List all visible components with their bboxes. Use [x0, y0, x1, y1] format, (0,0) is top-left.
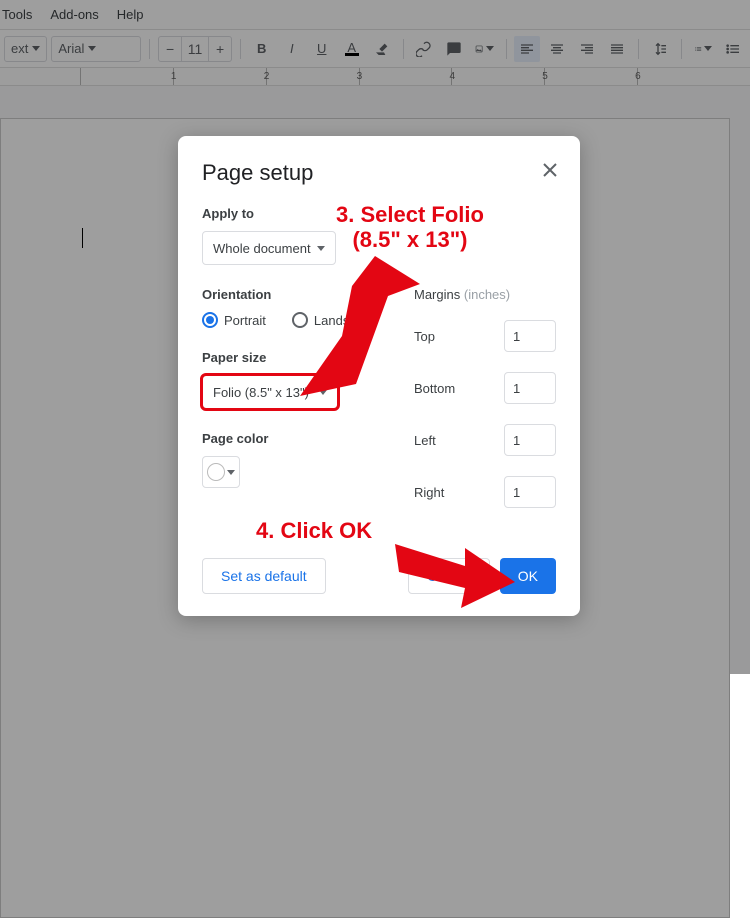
align-center-button[interactable] — [544, 36, 570, 62]
text-cursor — [82, 228, 83, 248]
radio-unchecked-icon — [292, 312, 308, 328]
apply-to-dropdown[interactable]: Whole document — [202, 231, 336, 265]
cancel-button[interactable]: Cancel — [408, 558, 490, 594]
numbered-list-button[interactable] — [690, 36, 716, 62]
insert-comment-button[interactable] — [441, 36, 467, 62]
line-spacing-button[interactable] — [647, 36, 673, 62]
increase-font-icon[interactable]: + — [209, 37, 231, 61]
menu-addons[interactable]: Add-ons — [50, 7, 98, 22]
margin-top-label: Top — [414, 329, 435, 344]
margin-bottom-label: Bottom — [414, 381, 455, 396]
paper-size-label: Paper size — [202, 350, 394, 365]
horizontal-ruler — [0, 68, 750, 86]
chevron-down-icon — [227, 470, 235, 475]
insert-image-button[interactable] — [471, 36, 497, 62]
decrease-font-icon[interactable]: − — [159, 37, 181, 61]
text-color-button[interactable]: A — [339, 36, 365, 62]
margin-top-input[interactable] — [504, 320, 556, 352]
apply-to-label: Apply to — [202, 206, 556, 221]
page-setup-dialog: Page setup Apply to Whole document Orien… — [178, 136, 580, 616]
page-color-label: Page color — [202, 431, 394, 446]
color-circle-icon — [207, 463, 225, 481]
bold-button[interactable]: B — [249, 36, 275, 62]
menu-tools[interactable]: Tools — [2, 7, 32, 22]
font-size-stepper[interactable]: − 11 + — [158, 36, 232, 62]
chevron-down-icon — [88, 46, 96, 51]
menu-help[interactable]: Help — [117, 7, 144, 22]
highlight-button[interactable] — [369, 36, 395, 62]
set-as-default-button[interactable]: Set as default — [202, 558, 326, 594]
font-family-dropdown[interactable]: Arial — [51, 36, 141, 62]
chevron-down-icon — [32, 46, 40, 51]
font-size-value[interactable]: 11 — [181, 37, 209, 61]
margin-left-input[interactable] — [504, 424, 556, 456]
italic-button[interactable]: I — [279, 36, 305, 62]
margin-right-input[interactable] — [504, 476, 556, 508]
ok-button[interactable]: OK — [500, 558, 556, 594]
dialog-title: Page setup — [202, 160, 556, 186]
orientation-label: Orientation — [202, 287, 394, 302]
margins-label: Margins (inches) — [414, 287, 556, 302]
menu-bar: Tools Add-ons Help — [0, 0, 750, 30]
underline-button[interactable]: U — [309, 36, 335, 62]
radio-checked-icon — [202, 312, 218, 328]
margin-bottom-input[interactable] — [504, 372, 556, 404]
orientation-portrait-radio[interactable]: Portrait — [202, 312, 266, 328]
toolbar: ext Arial − 11 + B I U A — [0, 30, 750, 68]
chevron-down-icon — [319, 390, 327, 395]
close-button[interactable] — [538, 158, 562, 182]
paragraph-style-dropdown[interactable]: ext — [4, 36, 47, 62]
align-left-button[interactable] — [514, 36, 540, 62]
paper-size-dropdown[interactable]: Folio (8.5" x 13") — [202, 375, 338, 409]
orientation-landscape-radio[interactable]: Landscape — [292, 312, 378, 328]
align-justify-button[interactable] — [604, 36, 630, 62]
chevron-down-icon — [317, 246, 325, 251]
page-color-picker[interactable] — [202, 456, 240, 488]
insert-link-button[interactable] — [411, 36, 437, 62]
bulleted-list-button[interactable] — [720, 36, 746, 62]
align-right-button[interactable] — [574, 36, 600, 62]
margin-left-label: Left — [414, 433, 436, 448]
margin-right-label: Right — [414, 485, 444, 500]
